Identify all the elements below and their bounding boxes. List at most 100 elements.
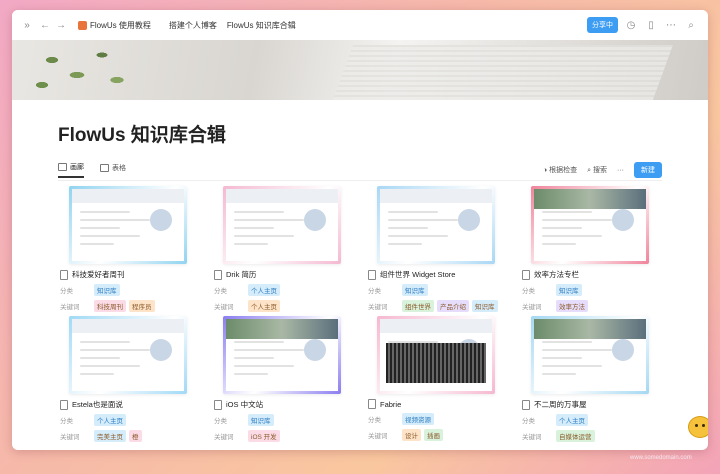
preview-shape [304,209,326,231]
preview-shape [542,243,576,245]
card-title[interactable]: 组件世界 Widget Store [368,269,506,280]
gallery-card[interactable]: 科技爱好者周刊 分类 知识库 关键词 科技周刊 程序员 [58,186,198,312]
preview-shape [234,219,304,221]
breadcrumb-item-1[interactable]: 搭建个人博客 [169,20,217,31]
category-tag: 知识库 [94,284,120,296]
keyword-tag: 个人主页 [248,300,280,312]
preview-shape [534,189,646,209]
top-bar: » ← → FlowUs 使用教程 搭建个人博客 FlowUs 知识库合辑 分享… [12,10,708,41]
tab-table[interactable]: 表格 [100,163,126,177]
bookmark-icon[interactable]: ▯ [644,18,658,32]
keyword-label: 关键词 [368,433,388,440]
keyword-label: 关键词 [214,304,234,311]
new-button[interactable]: 新建 [634,162,662,178]
preview-shape [458,209,480,231]
card-title[interactable]: 不二周的万事屋 [522,399,660,410]
card-title[interactable]: Fabrie [368,399,506,409]
preview-shape [80,349,150,351]
preview-shape [234,211,284,213]
preview-shape [234,365,294,367]
tab-label: 画廊 [70,164,84,171]
keyword-label: 关键词 [522,304,542,311]
preview-shape [542,365,602,367]
category-tag: 个人主页 [248,284,280,296]
card-title-text: iOS 中文站 [226,400,264,409]
category-label: 分类 [60,418,73,425]
share-button[interactable]: 分享中 [587,17,618,33]
breadcrumb-label: FlowUs 使用教程 [90,20,151,30]
more-options-button[interactable]: ··· [617,167,624,174]
book-decoration [331,45,673,100]
breadcrumb-item-2[interactable]: FlowUs 知识库合辑 [227,20,296,31]
keyword-tag: 设计 [402,429,421,441]
page-icon [522,399,530,410]
preview-shape [234,243,268,245]
filter-button[interactable]: ◑ 根据检查 [543,165,577,175]
thumbnail-preview [226,319,338,391]
gallery-card[interactable]: 不二周的万事屋 分类 个人主页 关键词 自媒体运营 [520,316,660,442]
card-title[interactable]: Drik 简历 [214,269,352,280]
keyword-row: 关键词 完美主页橙 [60,430,198,442]
tab-gallery[interactable]: 画廊 [58,162,84,178]
keyword-tag: 效率方法 [556,300,588,312]
thumbnail-preview [72,319,184,391]
category-tag: 个人主页 [94,414,126,426]
card-title[interactable]: iOS 中文站 [214,399,352,410]
card-title-text: Drik 简历 [226,270,257,279]
filter-label: 根据检查 [549,167,578,174]
card-title[interactable]: 科技爱好者周刊 [60,269,198,280]
preview-shape [542,219,612,221]
card-thumbnail [69,316,187,394]
preview-shape [80,373,114,375]
preview-shape [150,339,172,361]
card-thumbnail [531,186,649,264]
preview-shape [388,243,422,245]
gallery-card[interactable]: 效率方法专栏分类 知识库关键词 效率方法 [520,186,660,312]
keyword-tag: 组件世界 [402,300,434,312]
gallery-card[interactable]: Fabrie 分类 视频资源 关键词 设计 插画 [366,316,506,441]
keyword-tag: 产品介绍 [437,300,469,312]
breadcrumb-item-0[interactable]: FlowUs 使用教程 [78,20,151,31]
category-row: 分类 知识库 [522,284,660,296]
gallery-card[interactable]: Drik 简历 分类 个人主页 关键词 个人主页 [212,186,352,312]
preview-shape [234,357,274,359]
preview-shape [80,235,140,237]
preview-shape [388,211,438,213]
preview-shape [80,219,150,221]
table-icon [100,164,109,172]
category-tag: 个人主页 [556,414,588,426]
category-label: 分类 [60,288,73,295]
preview-shape [234,227,274,229]
clock-icon[interactable]: ◷ [624,18,638,32]
back-arrow-icon[interactable]: ← [38,18,52,32]
preview-shape [542,373,576,375]
page-icon [368,269,376,280]
gallery-card[interactable]: Estela也是面说分类 个人主页关键词 完美主页橙 [58,316,198,442]
gallery-card[interactable]: 组件世界 Widget Store 分类 知识库 关键词 组件世界 产品介绍 知识库 [366,186,506,312]
more-icon[interactable]: ⋯ [664,18,678,32]
card-thumbnail [69,186,187,264]
app-window: » ← → FlowUs 使用教程 搭建个人博客 FlowUs 知识库合辑 分享… [12,10,708,450]
search-button[interactable]: ⌕ 搜索 [587,165,607,175]
help-mascot-icon[interactable] [688,416,708,438]
preview-shape [542,341,592,343]
preview-shape [234,341,284,343]
card-title[interactable]: Estela也是面说 [60,399,198,410]
preview-shape [72,189,184,203]
category-row: 分类 视频资源 [368,413,506,425]
card-title-text: 组件世界 Widget Store [380,270,456,279]
view-bar-actions: ◑ 根据检查 ⌕ 搜索 ··· 新建 [543,162,662,178]
category-tag: 知识库 [556,284,582,296]
search-icon[interactable]: ⌕ [684,18,698,32]
forward-arrow-icon[interactable]: → [54,18,68,32]
card-title-text: 效率方法专栏 [534,270,579,279]
preview-shape [542,211,592,213]
watermark: www.somedomain.com [630,455,692,461]
gallery-card[interactable]: iOS 中文站 分类 知识库 关键词 iOS 开发 [212,316,352,442]
preview-shape [612,209,634,231]
keyword-tag: 知识库 [472,300,498,312]
preview-shape [380,319,492,333]
category-row: 分类 知识库 [368,284,506,296]
expand-icon[interactable]: » [20,18,34,32]
card-title[interactable]: 效率方法专栏 [522,269,660,280]
